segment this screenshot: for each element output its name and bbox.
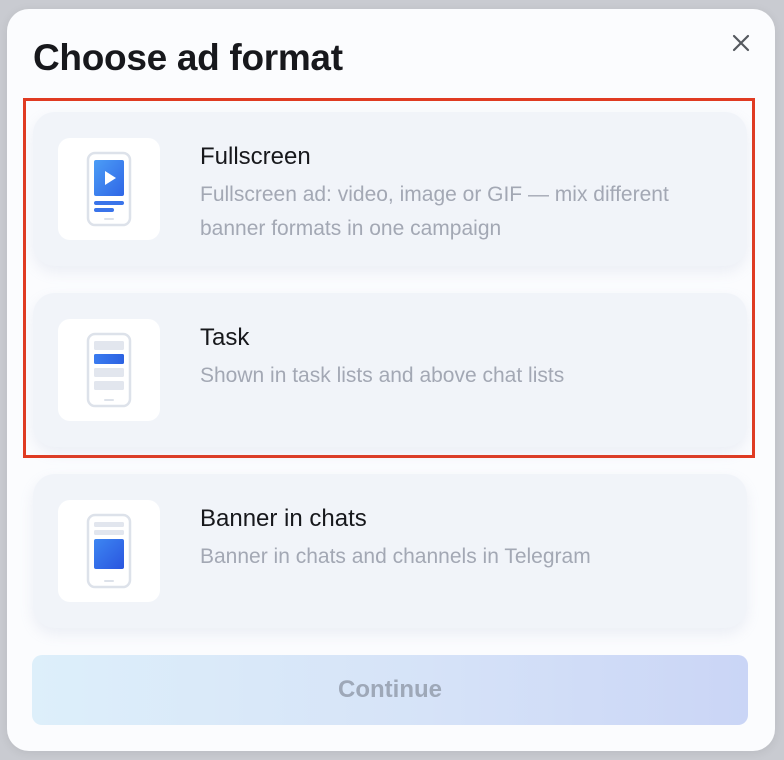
format-description: Shown in task lists and above chat lists xyxy=(200,364,565,387)
close-button[interactable] xyxy=(727,29,755,57)
format-title: Task xyxy=(200,324,250,351)
fullscreen-phone-icon xyxy=(86,151,132,227)
format-option-task[interactable]: Task Shown in task lists and above chat … xyxy=(33,293,747,447)
format-description: Fullscreen ad: video, image or GIF — mix… xyxy=(200,183,669,240)
format-thumbnail xyxy=(58,319,160,421)
format-thumbnail xyxy=(58,500,160,602)
format-option-banner-in-chats[interactable]: Banner in chats Banner in chats and chan… xyxy=(33,474,747,628)
format-description: Banner in chats and channels in Telegram xyxy=(200,545,591,568)
format-option-fullscreen[interactable]: Fullscreen Fullscreen ad: video, image o… xyxy=(33,112,747,266)
format-title: Banner in chats xyxy=(200,505,367,532)
banner-phone-icon xyxy=(86,513,132,589)
modal-title: Choose ad format xyxy=(33,37,343,78)
format-title: Fullscreen xyxy=(200,143,311,170)
continue-button[interactable]: Continue xyxy=(32,655,748,725)
task-phone-icon xyxy=(86,332,132,408)
close-icon xyxy=(732,34,750,52)
choose-format-modal: Choose ad format Fullscreen Fullscreen a… xyxy=(7,9,775,751)
format-thumbnail xyxy=(58,138,160,240)
